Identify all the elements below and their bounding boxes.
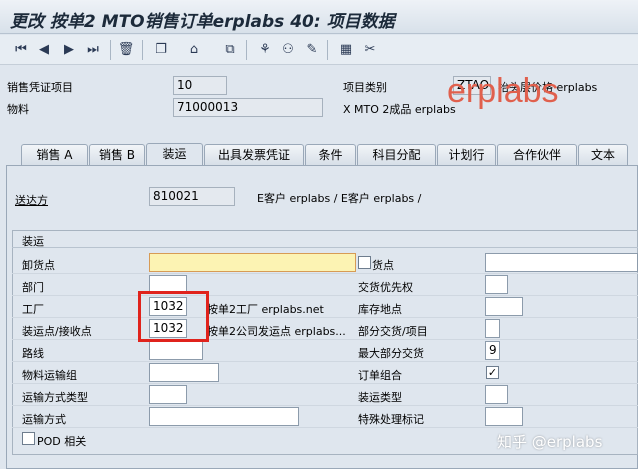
- pod-relevant-checkbox[interactable]: [22, 432, 35, 445]
- toolbar-separator: [327, 40, 328, 60]
- tab-sales-a[interactable]: 销售 A: [21, 144, 88, 166]
- group-divider: [12, 247, 638, 248]
- partner-icon[interactable]: ⚇: [279, 41, 297, 59]
- row-divider: [12, 273, 638, 274]
- tab-texts[interactable]: 文本: [578, 144, 628, 166]
- plant-label: 工厂: [22, 303, 44, 316]
- item-category-label: 项目类别: [343, 81, 387, 94]
- application-toolbar: ⏮ ◀ ▶ ⏭ 🗑 ❐ ⌂ ⧉ ⚘ ⚇ ✎ ▦ ✂: [0, 35, 638, 65]
- route-input[interactable]: [149, 341, 203, 360]
- highlight-box: [138, 291, 209, 342]
- shipping-point-desc: 按单2公司发运点 erplabs...: [207, 325, 346, 338]
- row-divider: [12, 405, 638, 406]
- special-processing-input[interactable]: [485, 407, 523, 426]
- sales-doc-item-field[interactable]: 10: [173, 76, 227, 95]
- row-divider: [12, 427, 638, 428]
- tab-account-assignment[interactable]: 科目分配: [357, 144, 436, 166]
- tab-billing-document[interactable]: 出具发票凭证: [204, 144, 304, 166]
- max-partial-label: 最大部分交货: [358, 347, 424, 360]
- mat-freight-group-input[interactable]: [149, 363, 219, 382]
- first-page-icon[interactable]: ⏮: [12, 41, 30, 59]
- next-page-icon[interactable]: ▶: [60, 41, 78, 59]
- transport-mode-label: 运输方式: [22, 413, 66, 426]
- partial-delivery-input[interactable]: [485, 319, 500, 338]
- tab-conditions[interactable]: 条件: [305, 144, 356, 166]
- tab-strip: 销售 A 销售 B 装运 出具发票凭证 条件 科目分配 计划行 合作伙伴 文本: [0, 143, 638, 167]
- last-page-icon[interactable]: ⏭: [84, 41, 102, 59]
- ship-to-label[interactable]: 送达方: [15, 192, 48, 208]
- tab-partners[interactable]: 合作伙伴: [497, 144, 577, 166]
- toolbar-separator: [246, 40, 247, 60]
- unloading-point-label: 卸货点: [22, 259, 55, 272]
- order-combination-label: 订单组合: [358, 369, 402, 382]
- department-label: 部门: [22, 281, 44, 294]
- tab-schedule-lines[interactable]: 计划行: [437, 144, 496, 166]
- row-divider: [12, 317, 638, 318]
- erplabs-watermark: erplabs: [447, 72, 559, 110]
- unloading-point-input[interactable]: [149, 253, 356, 272]
- title-bar: 更改 按单2 MTO销售订单erplabs 40: 项目数据: [0, 0, 638, 34]
- transport-type-label: 运输方式类型: [22, 391, 88, 404]
- shipping-point-label: 装运点/接收点: [22, 325, 92, 338]
- mat-freight-group-label: 物料运输组: [22, 369, 77, 382]
- toolbar-separator: [110, 40, 111, 60]
- delivery-priority-input[interactable]: [485, 275, 508, 294]
- transport-mode-input[interactable]: [149, 407, 299, 426]
- receiving-point-label: 货点: [372, 259, 394, 272]
- tab-shipping[interactable]: 装运: [146, 143, 203, 167]
- delivery-priority-label: 交货优先权: [358, 281, 413, 294]
- display-icon[interactable]: ⧉: [221, 41, 239, 59]
- toolbar-separator: [142, 40, 143, 60]
- ship-to-field[interactable]: 810021: [149, 187, 235, 206]
- window-title: 更改 按单2 MTO销售订单erplabs 40: 项目数据: [10, 12, 395, 32]
- shipping-type-input[interactable]: [485, 385, 508, 404]
- previous-page-icon[interactable]: ◀: [35, 41, 53, 59]
- tab-sales-b[interactable]: 销售 B: [89, 144, 145, 166]
- plant-desc: 按单2工厂 erplabs.net: [207, 303, 324, 316]
- hierarchy-icon[interactable]: ⚘: [256, 41, 274, 59]
- storage-location-input[interactable]: [485, 297, 523, 316]
- row-divider: [12, 383, 638, 384]
- receiving-point-input[interactable]: [485, 253, 638, 272]
- calculator-icon[interactable]: ▦: [337, 41, 355, 59]
- sales-doc-item-label: 销售凭证项目: [7, 81, 73, 94]
- transport-type-input[interactable]: [149, 385, 187, 404]
- zhihu-watermark: 知乎 @erplabs: [497, 433, 603, 451]
- special-processing-label: 特殊处理标记: [358, 413, 424, 426]
- pod-relevant-label: POD 相关: [37, 435, 87, 448]
- tools-icon[interactable]: ✂: [361, 41, 379, 59]
- delete-icon[interactable]: 🗑: [117, 41, 135, 59]
- edit-icon[interactable]: ✎: [303, 41, 321, 59]
- material-desc: X MTO 2成品 erplabs: [343, 103, 456, 116]
- material-label: 物料: [7, 103, 29, 116]
- row-divider: [12, 295, 638, 296]
- search-help-icon[interactable]: [358, 256, 371, 269]
- route-label: 路线: [22, 347, 44, 360]
- home-icon[interactable]: ⌂: [185, 41, 203, 59]
- storage-location-label: 库存地点: [358, 303, 402, 316]
- max-partial-input[interactable]: 9: [485, 341, 500, 360]
- ship-to-desc: E客户 erplabs / E客户 erplabs /: [257, 192, 422, 205]
- partial-delivery-label: 部分交货/项目: [358, 325, 428, 338]
- material-field[interactable]: 71000013: [173, 98, 323, 117]
- row-divider: [12, 339, 638, 340]
- shipping-type-label: 装运类型: [358, 391, 402, 404]
- row-divider: [12, 361, 638, 362]
- copy-icon[interactable]: ❐: [152, 41, 170, 59]
- order-combination-checkbox[interactable]: ✓: [486, 366, 499, 379]
